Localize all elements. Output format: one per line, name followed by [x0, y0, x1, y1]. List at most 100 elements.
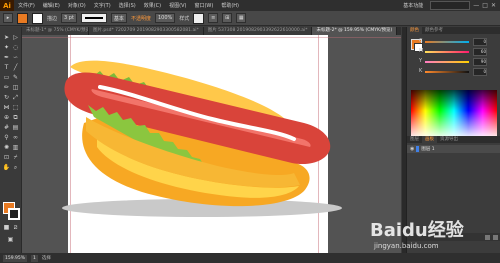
zoom-level[interactable]: 159.95% — [3, 254, 28, 262]
tab-color-guide[interactable]: 颜色参考 — [422, 27, 446, 34]
color-panel-tabs: 颜色 颜色参考 — [407, 27, 500, 34]
minimize-icon[interactable]: — — [473, 2, 479, 9]
menu-file[interactable]: 文件(F) — [18, 2, 35, 9]
layer-color-chip — [416, 146, 420, 152]
menu-help[interactable]: 帮助(H) — [221, 2, 239, 9]
slider-c-label: C — [419, 38, 423, 44]
column-graph-tool-icon[interactable]: ▥ — [11, 143, 20, 152]
lasso-tool-icon[interactable]: ◌ — [11, 43, 20, 52]
slider-y[interactable]: Y 90 — [419, 58, 487, 66]
slider-y-value[interactable]: 90 — [473, 58, 487, 66]
eraser-tool-icon[interactable]: ◫ — [11, 83, 20, 92]
menu-type[interactable]: 文字(T) — [94, 2, 111, 9]
rotate-tool-icon[interactable]: ↻ — [2, 93, 11, 102]
align-icon[interactable]: ≡ — [208, 13, 219, 23]
brush-dropdown[interactable]: 基本 — [110, 13, 127, 23]
arrange-icon[interactable]: ▦ — [236, 13, 247, 23]
eyedropper-tool-icon[interactable]: ⚲ — [2, 133, 11, 142]
slider-c-value[interactable]: 0 — [473, 38, 487, 46]
workspace-switcher[interactable]: 基本功能 — [403, 2, 423, 9]
color-spectrum[interactable] — [411, 90, 497, 136]
slider-c-track[interactable] — [425, 41, 469, 43]
slider-y-track[interactable] — [425, 61, 469, 63]
tab-doc-2[interactable]: 图片.psd* 7202709 2019082903300582081.ai* — [89, 27, 204, 35]
menu-bar: Ai 文件(F) 编辑(E) 对象(O) 文字(T) 选择(S) 效果(C) 视… — [0, 0, 500, 11]
color-mode-icon[interactable]: ■ — [2, 223, 11, 232]
stroke-profile-preview[interactable] — [80, 13, 107, 23]
close-icon[interactable]: ✕ — [491, 2, 496, 9]
layer-row[interactable]: ◉ 图层 1 — [407, 145, 500, 153]
paintbrush-tool-icon[interactable]: ✎ — [11, 73, 20, 82]
menu-view[interactable]: 视图(V) — [169, 2, 186, 9]
rectangle-tool-icon[interactable]: ▭ — [2, 73, 11, 82]
opacity-dropdown[interactable]: 100% — [154, 13, 176, 23]
none-mode-icon[interactable]: ⧄ — [11, 223, 20, 232]
gradient-tool-icon[interactable]: ▤ — [11, 123, 20, 132]
free-transform-tool-icon[interactable]: ⬚ — [11, 103, 20, 112]
fill-swatch[interactable] — [17, 12, 28, 24]
screen-mode-icon[interactable]: ▣ — [6, 235, 15, 244]
hotdog-illustration[interactable] — [22, 35, 401, 253]
menu-edit[interactable]: 编辑(E) — [43, 2, 60, 9]
tools-panel: ➤ ▷ ✦ ◌ ✒ ∽ T ╱ ▭ ✎ ✏ ◫ ↻ ⤢ ⋈ ⬚ ⊕ ⧉ # ▤ … — [0, 27, 22, 253]
shape-builder-tool-icon[interactable]: ⊕ — [2, 113, 11, 122]
stroke-swatch[interactable] — [32, 12, 43, 24]
selection-tool-icon[interactable]: ➤ — [2, 33, 11, 42]
tab-color[interactable]: 颜色 — [407, 27, 422, 34]
curvature-tool-icon[interactable]: ∽ — [11, 53, 20, 62]
document-tabs: 未标题-1* @ 75% (CMYK/预览) 图片.psd* 7202709 2… — [22, 27, 401, 35]
hand-tool-icon[interactable]: ✋ — [2, 163, 11, 172]
menu-effect[interactable]: 效果(C) — [144, 2, 161, 9]
tab-artboards[interactable]: 画板 — [422, 136, 437, 143]
maximize-icon[interactable]: □ — [482, 2, 488, 9]
slider-m-track[interactable] — [425, 51, 469, 53]
symbol-sprayer-tool-icon[interactable]: ✺ — [2, 143, 11, 152]
menu-select[interactable]: 选择(S) — [119, 2, 136, 9]
slider-m-value[interactable]: 60 — [473, 48, 487, 56]
slider-y-label: Y — [419, 58, 423, 64]
artboard-tool-icon[interactable]: ⊡ — [2, 153, 11, 162]
status-text[interactable]: 选择 — [42, 255, 51, 261]
layer-name[interactable]: 图层 1 — [421, 146, 434, 152]
watermark-brand: Baidu经验 — [370, 220, 464, 241]
slider-k-label: K — [419, 68, 423, 74]
style-swatch[interactable] — [193, 12, 205, 24]
slider-m[interactable]: M 60 — [419, 48, 487, 56]
zoom-tool-icon[interactable]: ⌕ — [11, 163, 20, 172]
slice-tool-icon[interactable]: ⌿ — [11, 153, 20, 162]
eye-icon[interactable]: ◉ — [410, 146, 414, 152]
width-tool-icon[interactable]: ⋈ — [2, 103, 11, 112]
blend-tool-icon[interactable]: ∞ — [11, 133, 20, 142]
perspective-grid-tool-icon[interactable]: ⧉ — [11, 113, 20, 122]
type-tool-icon[interactable]: T — [2, 63, 11, 72]
slider-k-value[interactable]: 0 — [473, 68, 487, 76]
tab-doc-3[interactable]: 图片 537308 2019082903392622610000.ai* — [203, 27, 313, 35]
tab-asset-export[interactable]: 资源导出 — [437, 136, 461, 143]
menu-object[interactable]: 对象(O) — [68, 2, 86, 9]
control-bar: ▸ 描边 3 pt 基本 不透明度 100% 样式 ≡ ⊞ ▦ — [0, 11, 500, 26]
tab-layers[interactable]: 图层 — [407, 136, 422, 143]
tab-doc-1[interactable]: 未标题-1* @ 75% (CMYK/预览) — [22, 27, 89, 35]
slider-k-track[interactable] — [425, 71, 469, 73]
pen-tool-icon[interactable]: ✒ — [2, 53, 11, 62]
tab-doc-active[interactable]: 未标题-2* @ 159.95% (CMYK/预览) — [312, 27, 398, 35]
artboard-navigator[interactable]: 1 — [31, 254, 38, 262]
menu-window[interactable]: 窗口(W) — [194, 2, 213, 9]
mesh-tool-icon[interactable]: # — [2, 123, 11, 132]
stroke-color-box[interactable] — [8, 208, 20, 220]
scale-tool-icon[interactable]: ⤢ — [11, 93, 20, 102]
slider-c[interactable]: C 0 — [419, 38, 487, 46]
pencil-tool-icon[interactable]: ✏ — [2, 83, 11, 92]
selection-icon: ▸ — [3, 13, 13, 23]
transform-icon[interactable]: ⊞ — [222, 13, 233, 23]
stroke-label: 描边 — [47, 15, 58, 22]
line-tool-icon[interactable]: ╱ — [11, 63, 20, 72]
canvas-workspace[interactable] — [22, 35, 401, 253]
stroke-weight-dropdown[interactable]: 3 pt — [61, 13, 77, 23]
magic-wand-tool-icon[interactable]: ✦ — [2, 43, 11, 52]
direct-selection-tool-icon[interactable]: ▷ — [11, 33, 20, 42]
search-input[interactable] — [430, 1, 471, 10]
opacity-label[interactable]: 不透明度 — [131, 15, 151, 22]
app-logo: Ai — [0, 0, 14, 11]
slider-k[interactable]: K 0 — [419, 68, 487, 76]
